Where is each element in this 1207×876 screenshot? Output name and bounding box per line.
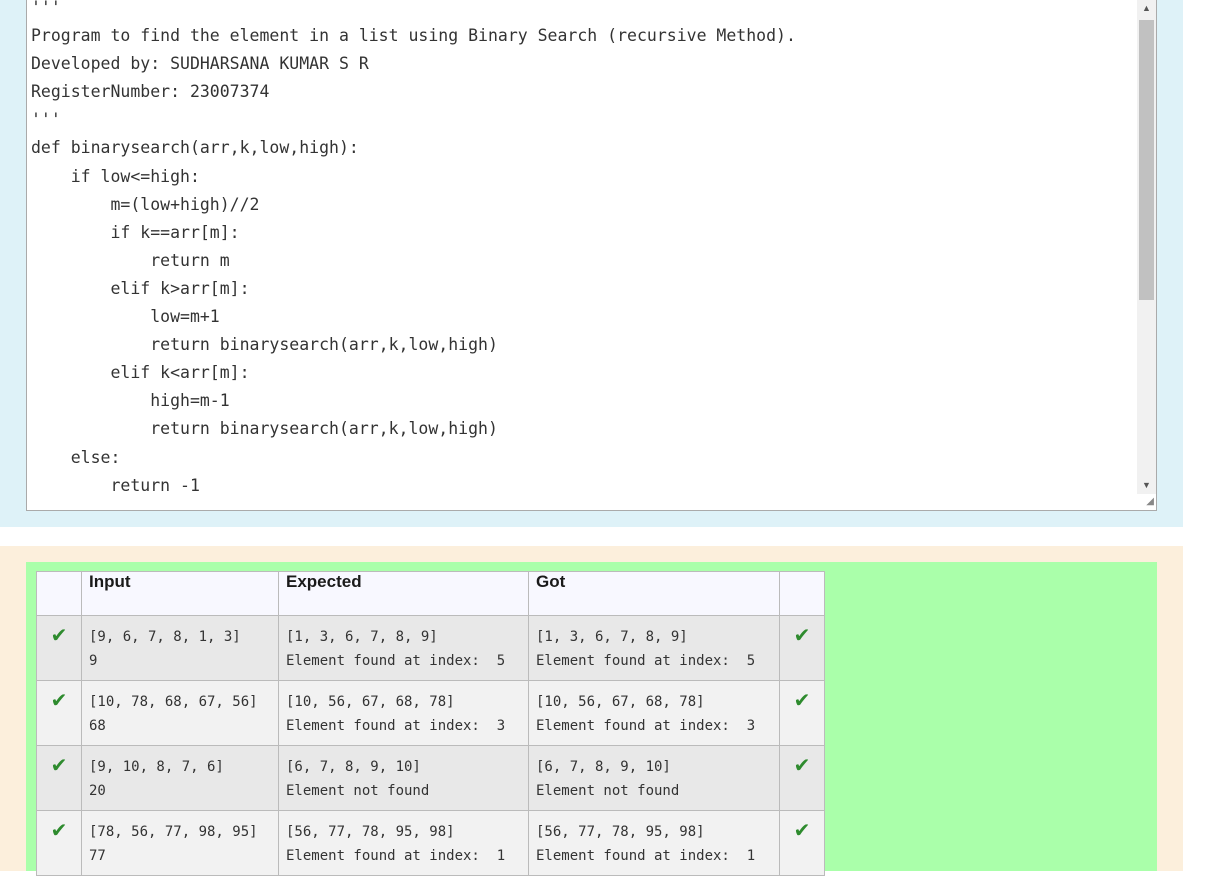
code-line: return binarysearch(arr,k,low,high) (31, 419, 498, 439)
status-cell: ✔ (36, 615, 82, 681)
header-status-2 (779, 571, 825, 616)
scroll-up-icon[interactable]: ▲ (1137, 0, 1156, 17)
code-line: ''' (31, 110, 61, 130)
code-line: RegisterNumber: 23007374 (31, 82, 270, 102)
answer-panel: ''' Program to find the element in a list… (0, 0, 1183, 527)
code-line: Program to find the element in a list us… (31, 26, 796, 46)
check-icon: ✔ (50, 623, 68, 647)
header-status (36, 571, 82, 616)
resize-handle-icon[interactable]: ◢ (1142, 496, 1154, 508)
check-icon: ✔ (50, 818, 68, 842)
header-got: Got (528, 571, 780, 616)
input-cell: [9, 6, 7, 8, 1, 3] 9 (81, 615, 279, 681)
code-line: else: (31, 447, 121, 467)
status-cell: ✔ (779, 615, 825, 681)
input-key: 9 (89, 653, 98, 669)
input-list: [78, 56, 77, 98, 95] (89, 824, 258, 840)
got-cell: [10, 56, 67, 68, 78] Element found at ind… (528, 680, 780, 746)
expected-cell: [56, 77, 78, 95, 98] Element found at ind… (278, 810, 529, 876)
check-icon: ✔ (793, 753, 811, 777)
expected-cell: [6, 7, 8, 9, 10] Element not found (278, 745, 529, 811)
table-row: ✔ [9, 10, 8, 7, 6] 20 [6, 7, 8, 9, 10] Ele… (36, 745, 825, 811)
table-header-row: Input Expected Got (36, 571, 825, 616)
code-line: return m (31, 250, 230, 270)
feedback-panel: Input Expected Got ✔ [9, 6, 7, 8, 1, 3] 9… (0, 546, 1183, 876)
code-line: elif k<arr[m]: (31, 363, 250, 383)
code-line: def binarysearch(arr,k,low,high): (31, 138, 359, 158)
test-results-box: Input Expected Got ✔ [9, 6, 7, 8, 1, 3] 9… (26, 562, 1157, 876)
check-icon: ✔ (50, 688, 68, 712)
got-message: Element found at index: 5 (536, 653, 756, 669)
status-cell: ✔ (36, 680, 82, 746)
code-line: high=m-1 (31, 391, 230, 411)
check-icon: ✔ (793, 623, 811, 647)
code-line: return binarysearch(arr,k,low,high) (31, 335, 498, 355)
code-line: ''' (31, 0, 61, 17)
check-icon: ✔ (793, 818, 811, 842)
status-cell: ✔ (36, 745, 82, 811)
expected-message: Element found at index: 1 (286, 848, 506, 864)
got-cell: [56, 77, 78, 95, 98] Element found at ind… (528, 810, 780, 876)
input-list: [9, 6, 7, 8, 1, 3] (89, 629, 241, 645)
code-line: if low<=high: (31, 166, 200, 186)
got-list: [6, 7, 8, 9, 10] (536, 759, 671, 775)
expected-list: [56, 77, 78, 95, 98] (286, 824, 455, 840)
expected-message: Element not found (286, 783, 430, 799)
expected-cell: [1, 3, 6, 7, 8, 9] Element found at index… (278, 615, 529, 681)
got-list: [56, 77, 78, 95, 98] (536, 824, 705, 840)
input-key: 77 (89, 848, 106, 864)
code-line: Developed by: SUDHARSANA KUMAR S R (31, 54, 369, 74)
expected-message: Element found at index: 5 (286, 653, 506, 669)
got-list: [10, 56, 67, 68, 78] (536, 694, 705, 710)
code-line: return -1 (31, 475, 200, 495)
check-icon: ✔ (50, 753, 68, 777)
expected-list: [6, 7, 8, 9, 10] (286, 759, 421, 775)
scroll-thumb[interactable] (1139, 20, 1154, 300)
got-cell: [1, 3, 6, 7, 8, 9] Element found at index… (528, 615, 780, 681)
got-message: Element found at index: 3 (536, 718, 756, 734)
expected-list: [10, 56, 67, 68, 78] (286, 694, 455, 710)
got-message: Element found at index: 1 (536, 848, 756, 864)
table-row: ✔ [10, 78, 68, 67, 56] 68 [10, 56, 67, 68… (36, 680, 825, 746)
code-editor[interactable]: ''' Program to find the element in a list… (26, 0, 1157, 511)
code-line: elif k>arr[m]: (31, 278, 250, 298)
code-line: low=m+1 (31, 307, 220, 327)
table-row: ✔ [9, 6, 7, 8, 1, 3] 9 [1, 3, 6, 7, 8, 9]… (36, 615, 825, 681)
expected-message: Element found at index: 3 (286, 718, 506, 734)
code-line: m=(low+high)//2 (31, 194, 260, 214)
input-list: [10, 78, 68, 67, 56] (89, 694, 258, 710)
got-cell: [6, 7, 8, 9, 10] Element not found (528, 745, 780, 811)
code-line: if k==arr[m]: (31, 222, 240, 242)
vertical-scrollbar[interactable]: ▲ ▼ (1137, 0, 1156, 494)
header-input: Input (81, 571, 279, 616)
table-row: ✔ [78, 56, 77, 98, 95] 77 [56, 77, 78, 95… (36, 810, 825, 876)
input-cell: [78, 56, 77, 98, 95] 77 (81, 810, 279, 876)
scroll-down-icon[interactable]: ▼ (1137, 477, 1156, 494)
expected-list: [1, 3, 6, 7, 8, 9] (286, 629, 438, 645)
got-list: [1, 3, 6, 7, 8, 9] (536, 629, 688, 645)
code-text[interactable]: ''' Program to find the element in a list… (31, 0, 796, 500)
input-list: [9, 10, 8, 7, 6] (89, 759, 224, 775)
header-expected: Expected (278, 571, 529, 616)
got-message: Element not found (536, 783, 680, 799)
test-results-table: Input Expected Got ✔ [9, 6, 7, 8, 1, 3] 9… (36, 571, 825, 876)
input-key: 20 (89, 783, 106, 799)
input-key: 68 (89, 718, 106, 734)
expected-cell: [10, 56, 67, 68, 78] Element found at ind… (278, 680, 529, 746)
status-cell: ✔ (779, 810, 825, 876)
status-cell: ✔ (779, 680, 825, 746)
check-icon: ✔ (793, 688, 811, 712)
status-cell: ✔ (779, 745, 825, 811)
status-cell: ✔ (36, 810, 82, 876)
input-cell: [10, 78, 68, 67, 56] 68 (81, 680, 279, 746)
input-cell: [9, 10, 8, 7, 6] 20 (81, 745, 279, 811)
